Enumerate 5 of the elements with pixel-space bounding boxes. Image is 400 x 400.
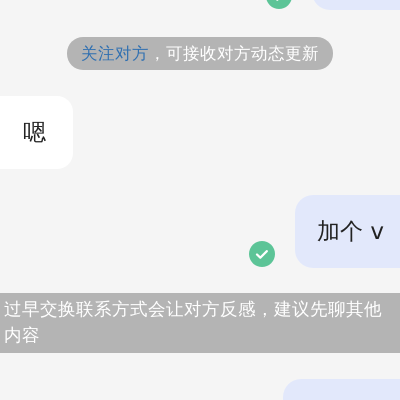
message-text: 嗯 (23, 119, 46, 148)
message-text: 加个 v (317, 218, 384, 247)
notice-text: ，可接收对方动态更新 (149, 42, 319, 64)
warning-text: 过早交换联系方式会让对方反感，建议先聊其他内容 (4, 300, 382, 346)
follow-link[interactable]: 关注对方 (81, 42, 149, 64)
